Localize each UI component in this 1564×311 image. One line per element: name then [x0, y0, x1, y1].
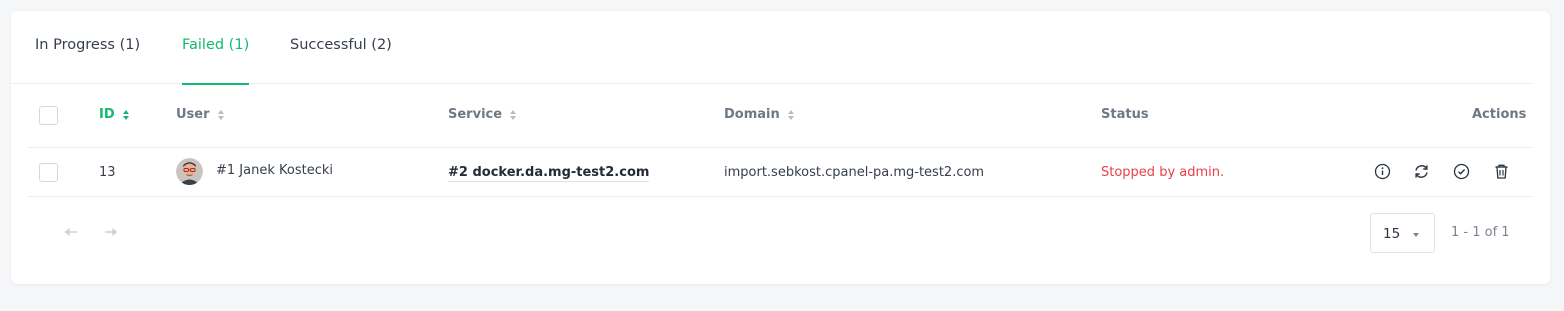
- migrations-card: In Progress (1) Failed (1) Successful (2…: [11, 11, 1550, 284]
- column-header-domain[interactable]: Domain: [724, 107, 794, 122]
- sort-icon: [122, 109, 129, 120]
- refresh-icon[interactable]: [1413, 163, 1430, 180]
- tab-failed[interactable]: Failed (1): [182, 37, 250, 85]
- column-header-user-label: User: [176, 107, 210, 122]
- pagination-range: 1 - 1 of 1: [1451, 225, 1510, 240]
- info-icon[interactable]: [1374, 163, 1391, 180]
- column-header-status: Status: [1101, 107, 1149, 122]
- column-header-user[interactable]: User: [176, 107, 224, 122]
- chevron-down-icon: [1413, 233, 1419, 237]
- trash-icon[interactable]: [1493, 163, 1510, 180]
- row-domain: import.sebkost.cpanel-pa.mg-test2.com: [724, 165, 985, 180]
- select-all-checkbox[interactable]: [39, 106, 58, 125]
- tab-successful[interactable]: Successful (2): [290, 37, 392, 84]
- status-badge: Stopped by admin.: [1101, 165, 1225, 180]
- row-service[interactable]: #2 docker.da.mg-test2.com: [448, 165, 650, 182]
- sort-icon: [510, 109, 517, 120]
- next-page-arrow-icon[interactable]: [103, 226, 119, 238]
- table-header: ID User Service Domain Status Actions: [28, 84, 1533, 148]
- row-user: #1 Janek Kostecki: [216, 163, 333, 178]
- column-header-service-label: Service: [448, 107, 503, 122]
- table-row: 13 #1 Janek Kostecki #2 docker.da.mg-tes…: [28, 148, 1533, 197]
- row-id: 13: [99, 165, 116, 180]
- column-header-service[interactable]: Service: [448, 107, 517, 122]
- column-header-domain-label: Domain: [724, 107, 780, 122]
- sort-icon: [217, 109, 224, 120]
- avatar: [176, 158, 203, 185]
- service-link[interactable]: #2 docker.da.mg-test2.com: [448, 165, 650, 182]
- row-checkbox[interactable]: [39, 163, 58, 182]
- column-header-status-label: Status: [1101, 107, 1149, 122]
- per-page-value: 15: [1383, 226, 1401, 242]
- column-header-id[interactable]: ID: [99, 107, 129, 122]
- tab-in-progress[interactable]: In Progress (1): [35, 37, 140, 84]
- column-header-actions: Actions: [1472, 107, 1526, 122]
- prev-page-arrow-icon[interactable]: [63, 226, 79, 238]
- per-page-select[interactable]: 15: [1370, 213, 1435, 253]
- sort-icon: [787, 109, 794, 120]
- tab-bar: In Progress (1) Failed (1) Successful (2…: [11, 11, 1533, 85]
- check-circle-icon[interactable]: [1453, 163, 1470, 180]
- column-header-actions-label: Actions: [1472, 107, 1527, 122]
- column-header-id-label: ID: [99, 107, 115, 122]
